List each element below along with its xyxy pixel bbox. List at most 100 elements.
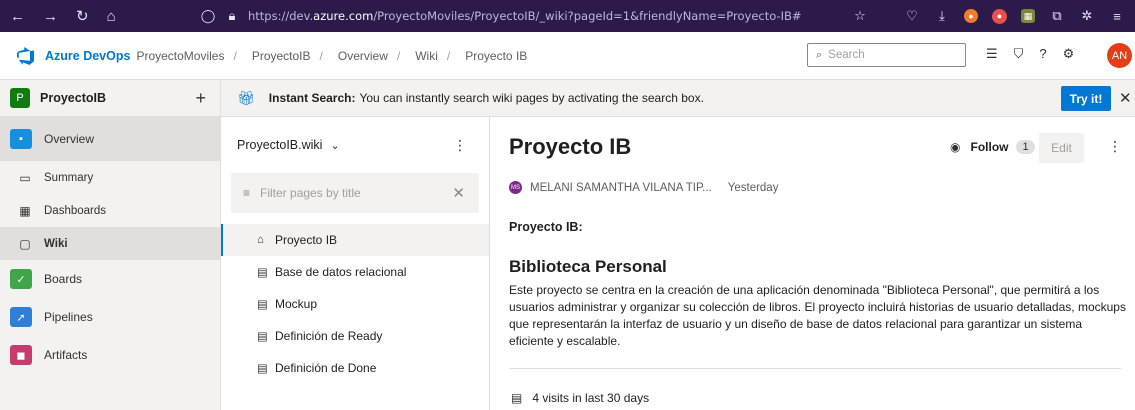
page-icon: ▤	[257, 267, 268, 279]
azure-devops-logo-icon[interactable]	[17, 46, 35, 65]
nav-item-overview[interactable]: ▪ Overview	[0, 117, 220, 161]
search-box[interactable]: ⌕ Search	[807, 43, 966, 67]
bookmark-star-icon[interactable]: ☆	[852, 8, 868, 24]
help-icon[interactable]: ?	[1039, 46, 1046, 62]
nav-label: Dashboards	[44, 204, 107, 217]
more-options-icon[interactable]: ⋮	[1108, 138, 1122, 155]
add-icon[interactable]: +	[195, 88, 206, 109]
nav-label: Boards	[44, 272, 83, 286]
close-icon[interactable]: ✕	[1119, 89, 1132, 107]
reload-icon[interactable]: ↻	[76, 7, 89, 25]
avatar[interactable]: AN	[1107, 43, 1132, 68]
extension-react-icon[interactable]: ✲	[1079, 8, 1095, 24]
search-icon: ⌕	[816, 48, 823, 61]
author-name[interactable]: MELANI SAMANTHA VILANA TIP...	[530, 182, 712, 194]
project-badge: P	[10, 88, 30, 108]
page-body: Este proyecto se centra en la creación d…	[509, 283, 1126, 348]
search-placeholder: Search	[828, 49, 865, 61]
tree-item-label: Definición de Ready	[275, 329, 383, 343]
nav-item-artifacts[interactable]: ◼ Artifacts	[0, 336, 220, 374]
visits-info: ▤ 4 visits in last 30 days	[511, 391, 649, 405]
page-title: Proyecto IB	[509, 134, 632, 159]
extensions-puzzle-icon[interactable]: ⧉	[1049, 8, 1065, 24]
nav-label: Wiki	[44, 237, 68, 250]
breadcrumb-overview[interactable]: Overview	[338, 49, 388, 63]
project-name[interactable]: ProyectoIB	[40, 91, 195, 105]
nav-item-dashboards[interactable]: ▦ Dashboards	[0, 194, 220, 227]
summary-icon: ▭	[19, 170, 31, 185]
tree-item-label: Definición de Done	[275, 361, 377, 375]
pocket-icon[interactable]: ♡	[904, 8, 920, 24]
page-tree: ⌂ Proyecto IB ▤ Base de datos relacional…	[221, 224, 489, 384]
nav-label: Pipelines	[44, 310, 93, 324]
breadcrumb-org[interactable]: ProyectoMoviles	[136, 49, 224, 63]
project-header[interactable]: P ProyectoIB +	[0, 80, 220, 117]
chevron-down-icon[interactable]: ⌄	[330, 139, 339, 152]
banner-title: Instant Search:	[268, 91, 356, 105]
section-heading: Biblioteca Personal	[509, 257, 667, 276]
nav-label: Artifacts	[44, 348, 88, 362]
breadcrumb-project[interactable]: ProyectoIB	[252, 49, 311, 63]
task-list-icon[interactable]: ☰	[986, 46, 998, 62]
wiki-name[interactable]: ProyectoIB.wiki	[237, 138, 322, 152]
devops-header: Azure DevOps ProyectoMoviles / ProyectoI…	[0, 32, 1135, 80]
nav-item-pipelines[interactable]: ➚ Pipelines	[0, 298, 220, 336]
marketplace-bag-icon[interactable]: ⛉	[1014, 46, 1024, 62]
more-options-icon[interactable]: ⋮	[453, 137, 467, 154]
shield-icon: ◯	[200, 8, 216, 23]
breadcrumb-page[interactable]: Proyecto IB	[465, 49, 527, 63]
divider	[509, 368, 1121, 369]
address-bar[interactable]: ◯ 🔒︎ https://dev.azure.com/ProyectoMovil…	[190, 8, 852, 24]
nav-label: Summary	[44, 171, 94, 184]
wiki-selector[interactable]: ProyectoIB.wiki ⌄ ⋮	[221, 117, 489, 173]
banner-message: You can instantly search wiki pages by a…	[359, 91, 704, 105]
nav-item-boards[interactable]: ✓ Boards	[0, 260, 220, 298]
nav-item-wiki[interactable]: ▢ Wiki	[0, 227, 220, 260]
browser-nav: ← → ↻ ⌂	[0, 7, 190, 26]
author-avatar: MS	[509, 181, 522, 194]
user-settings-icon[interactable]: ⚙	[1063, 46, 1075, 62]
instant-search-banner: 🎁︎ Instant Search: You can instantly sea…	[221, 80, 1135, 117]
tree-item-definicion-done[interactable]: ▤ Definición de Done	[221, 352, 489, 384]
browser-toolbar: ← → ↻ ⌂ ◯ 🔒︎ https://dev.azure.com/Proye…	[0, 0, 1135, 32]
breadcrumb-wiki[interactable]: Wiki	[415, 49, 438, 63]
eye-icon: ◉	[950, 140, 961, 154]
browser-menu-icon[interactable]: ≡	[1109, 8, 1125, 24]
filter-pages-input[interactable]: ≡ Filter pages by title ✕	[231, 173, 479, 213]
follow-button[interactable]: ◉ Follow 1	[950, 140, 1035, 154]
forward-icon[interactable]: →	[43, 8, 58, 25]
follow-label: Follow	[970, 140, 1009, 154]
brand-link[interactable]: Azure DevOps	[45, 49, 130, 63]
author-line: MS MELANI SAMANTHA VILANA TIP... Yesterd…	[509, 181, 778, 194]
clear-filter-icon[interactable]: ✕	[452, 184, 465, 202]
tree-item-mockup[interactable]: ▤ Mockup	[221, 288, 489, 320]
left-nav: P ProyectoIB + ▪ Overview ▭ Summary ▦ Da…	[0, 80, 221, 410]
download-icon[interactable]: ⤓	[934, 8, 950, 24]
page-icon: ▤	[257, 363, 268, 375]
section-label: Proyecto IB:	[509, 220, 583, 234]
tree-item-base-de-datos[interactable]: ▤ Base de datos relacional	[221, 256, 489, 288]
tree-item-definicion-ready[interactable]: ▤ Definición de Ready	[221, 320, 489, 352]
try-it-button[interactable]: Try it!	[1061, 86, 1111, 111]
lock-icon: 🔒︎	[228, 8, 236, 23]
url-text[interactable]: https://dev.azure.com/ProyectoMoviles/Pr…	[248, 9, 802, 23]
nav-item-summary[interactable]: ▭ Summary	[0, 161, 220, 194]
artifacts-icon: ◼	[10, 345, 32, 365]
extension-orange-icon[interactable]: ●	[964, 9, 978, 23]
home-icon[interactable]: ⌂	[107, 8, 116, 25]
tree-item-label: Base de datos relacional	[275, 265, 407, 279]
wiki-page-content: Proyecto IB ◉ Follow 1 Edit ⋮ MS MELANI …	[491, 117, 1135, 410]
extension-grid-icon[interactable]: ▦	[1021, 9, 1035, 23]
nav-label: Overview	[44, 132, 95, 146]
breadcrumb-separator: /	[396, 48, 401, 63]
breadcrumb-separator: /	[446, 48, 451, 63]
edit-button[interactable]: Edit	[1039, 133, 1084, 163]
tree-item-label: Mockup	[275, 297, 318, 311]
tree-item-proyecto-ib[interactable]: ⌂ Proyecto IB	[221, 224, 489, 256]
back-icon[interactable]: ←	[10, 8, 25, 25]
updated-time: Yesterday	[727, 181, 779, 194]
tree-item-label: Proyecto IB	[275, 233, 338, 247]
extension-red-icon[interactable]: ●	[992, 8, 1007, 24]
gift-icon: 🎁︎	[237, 89, 255, 106]
dashboards-icon: ▦	[19, 203, 31, 218]
